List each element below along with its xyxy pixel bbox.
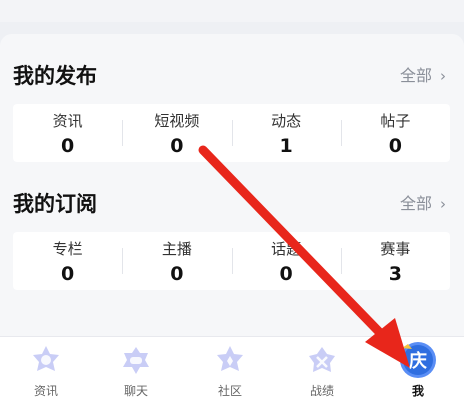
tab-community[interactable]: 社区	[184, 337, 276, 402]
tab-label: 聊天	[123, 384, 148, 398]
avatar-glyph: 庆	[409, 350, 427, 372]
stat-label: 话题	[271, 240, 302, 258]
stat-label: 赛事	[380, 240, 411, 258]
tab-label: 社区	[217, 384, 242, 398]
stat-short-video[interactable]: 短视频 0	[122, 104, 231, 162]
stat-label: 专栏	[52, 240, 83, 258]
tab-label: 我	[411, 384, 424, 398]
chevron-right-icon: ›	[440, 67, 446, 85]
news-icon	[33, 346, 59, 371]
profile-content-card: 我的发布 全部 › 资讯 0 短视频 0 动态 1 帖子 0 我的订阅 全部 › 专…	[0, 34, 464, 336]
stat-column[interactable]: 专栏 0	[13, 232, 122, 290]
my-posts-stats: 资讯 0 短视频 0 动态 1 帖子 0	[13, 104, 450, 162]
my-posts-title: 我的发布	[13, 64, 97, 88]
top-clipped-row	[0, 0, 464, 22]
stat-value: 1	[279, 135, 293, 157]
chat-icon	[123, 347, 149, 374]
stat-label: 动态	[271, 112, 302, 130]
stat-topic[interactable]: 话题 0	[231, 232, 341, 290]
stat-value: 0	[170, 263, 184, 285]
tab-label: 资讯	[33, 384, 58, 398]
record-icon	[309, 347, 335, 372]
bottom-tab-bar: 资讯 聊天 社区 战绩 庆 我	[0, 336, 464, 402]
my-subscriptions-all-link[interactable]: 全部 ›	[400, 190, 446, 214]
stat-moments[interactable]: 动态 1	[231, 104, 341, 162]
my-subscriptions-title: 我的订阅	[13, 192, 97, 216]
stat-label: 帖子	[380, 112, 411, 130]
stat-streamer[interactable]: 主播 0	[122, 232, 231, 290]
stat-value: 0	[170, 135, 184, 157]
stat-value: 0	[388, 135, 402, 157]
all-link-label: 全部	[399, 66, 432, 85]
stat-value: 3	[388, 263, 402, 285]
stat-news[interactable]: 资讯 0	[13, 104, 122, 162]
community-icon	[217, 346, 243, 371]
stat-match[interactable]: 赛事 3	[340, 232, 450, 290]
all-link-label: 全部	[399, 194, 432, 213]
tab-label: 战绩	[309, 384, 334, 398]
my-posts-all-link[interactable]: 全部 ›	[400, 62, 446, 86]
profile-avatar-icon: 庆	[400, 342, 436, 378]
tab-record[interactable]: 战绩	[276, 337, 368, 402]
stat-label: 资讯	[52, 112, 83, 130]
stat-posts[interactable]: 帖子 0	[340, 104, 450, 162]
tab-chat[interactable]: 聊天	[90, 337, 182, 402]
stat-value: 0	[61, 135, 75, 157]
my-subscriptions-stats: 专栏 0 主播 0 话题 0 赛事 3	[13, 232, 450, 290]
stat-value: 0	[61, 263, 75, 285]
stat-label: 主播	[161, 240, 192, 258]
stat-value: 0	[279, 263, 293, 285]
stat-label: 短视频	[154, 112, 200, 130]
tab-me[interactable]: 庆 我	[372, 337, 464, 402]
chevron-right-icon: ›	[440, 195, 446, 213]
tab-news[interactable]: 资讯	[0, 337, 92, 402]
